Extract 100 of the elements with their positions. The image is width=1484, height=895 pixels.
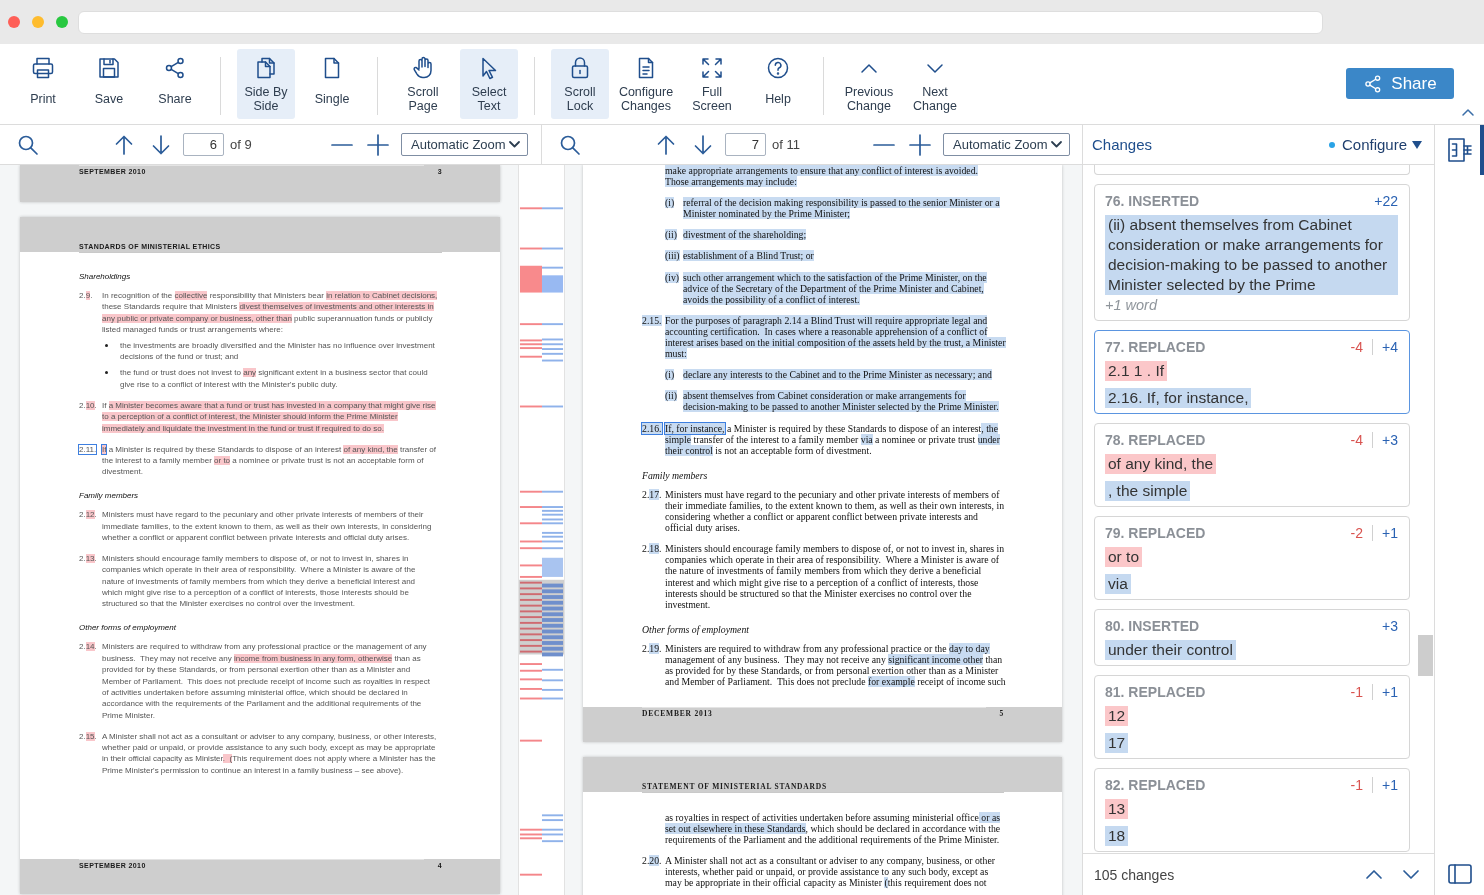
zoom-select[interactable]: Automatic Zoom — [401, 133, 528, 156]
plus-icon[interactable] — [368, 134, 388, 155]
toolbar-button[interactable]: Configure Changes — [617, 49, 675, 119]
zoom-select[interactable]: Automatic Zoom — [943, 133, 1070, 156]
added-count: +1 — [1382, 777, 1398, 793]
change-card[interactable]: 82. REPLACED -1 +1 13 18 — [1094, 768, 1410, 852]
inserted-text: 17 — [1105, 733, 1129, 753]
deleted-text: 2.1 1 . If — [1105, 361, 1167, 381]
toolbar-button[interactable]: Help — [749, 49, 807, 119]
hand-icon — [411, 56, 435, 80]
configure-button[interactable]: Configure — [1328, 136, 1422, 153]
change-count: 105 changes — [1094, 866, 1175, 883]
list-item-label: (i) — [665, 369, 675, 381]
toolbar-button[interactable]: Select Text — [460, 49, 518, 119]
page-count: of 11 — [772, 137, 800, 152]
toolbar-button[interactable]: Side By Side — [237, 49, 295, 119]
change-title: 77. REPLACED — [1105, 339, 1206, 355]
page-number-field[interactable]: 6 — [183, 133, 224, 156]
plus-icon[interactable] — [910, 134, 930, 155]
toolbar-button[interactable]: Next Change — [906, 49, 964, 119]
added-count: +1 — [1382, 684, 1398, 700]
status-dot-icon — [1328, 141, 1335, 148]
paragraph-number: 2.14. — [79, 642, 97, 652]
change-card[interactable]: 78. REPLACED -4 +3 of any kind, the , the simple — [1094, 423, 1410, 507]
removed-count: -4 — [1350, 432, 1364, 448]
toolbar-button[interactable]: Previous Change — [840, 49, 898, 119]
list-item-label: (iv) — [665, 271, 680, 283]
arrow-down-icon[interactable] — [152, 134, 170, 155]
list-item-text: establishment of a Blind Trust; or — [683, 250, 814, 262]
chevron-down-icon — [1051, 141, 1062, 148]
paragraph-number: 2.16. — [642, 422, 662, 434]
paragraph-text: A Minister shall not act as a consultant or adviser to any company, business, or other interests, whether paid or unpaid, or provide assistance to any such body, except as may be appropriate in their official capacity as Minister. (This requirement does not apply where a Minister has the Prime Minister's permission to continue an interest in a family business – see above). — [102, 730, 437, 776]
address-field[interactable] — [78, 10, 1323, 34]
list-item-label: (i) — [665, 197, 675, 209]
removed-count: -1 — [1350, 684, 1364, 700]
expand-arrows-icon — [700, 56, 724, 80]
chevron-up-icon — [861, 63, 877, 73]
two-pages-icon — [254, 56, 278, 80]
arrow-up-icon[interactable] — [657, 134, 675, 155]
chevron-down-icon[interactable] — [1403, 870, 1419, 879]
printer-icon — [31, 56, 55, 80]
toolbar-button[interactable]: Scroll Lock — [551, 49, 609, 119]
toolbar-button[interactable]: Print — [14, 49, 72, 119]
added-count: +3 — [1382, 432, 1398, 448]
list-item-text: absent themselves from Cabinet consideration or make arrangements for decision-making to be passed to another Minister selected by the Prime Minister. — [683, 390, 999, 413]
change-card[interactable]: 80. INSERTED +3 under their control — [1094, 609, 1410, 666]
paragraph-text: Ministers should encourage family members to dispose of, or not to invest in, shares in companies which operate in their area of responsibility. Where a Minister is aware of the nature of investments of family members from which they derive a beneficial interest and which might give rise to a perception of a conflict of interests, those interests should be structured so that the Minister exercises no control over the investment. — [665, 543, 1005, 610]
deleted-text: of any kind, the — [1105, 454, 1217, 474]
section-heading: Shareholdings — [79, 271, 132, 283]
toolbar-button[interactable]: Save — [80, 49, 138, 119]
scrollbar-thumb[interactable] — [1418, 635, 1433, 676]
change-card[interactable]: 79. REPLACED -2 +1 or to via — [1094, 516, 1410, 600]
toolbar-button[interactable]: Single — [303, 49, 361, 119]
deleted-text: 12 — [1105, 706, 1129, 726]
change-card[interactable]: 77. REPLACED -4 +4 2.1 1 . If 2.16. If, for instance, — [1094, 330, 1410, 414]
inserted-text: under their control — [1105, 640, 1236, 660]
list-item-text: referral of the decision making responsibility is passed to the senior Minister or a Minister nominated by the Prime Minister; — [683, 197, 1000, 220]
paragraph-text: For the purposes of paragraph 2.14 a Blind Trust will require appropriate legal and accounting certification. In cases where a reasonable apprehension of a conflict of interest arises based on the initial composition of the assets held by the trust, a Minister must: — [665, 314, 1006, 360]
chevron-up-icon[interactable] — [1366, 870, 1382, 879]
change-title: 79. REPLACED — [1105, 525, 1206, 541]
change-card[interactable]: 81. REPLACED -1 +1 12 17 — [1094, 675, 1410, 759]
toolbar-button[interactable]: Scroll Page — [394, 49, 452, 119]
share-button[interactable]: Share — [1346, 68, 1454, 99]
section-heading: Other forms of employment — [79, 622, 177, 634]
paragraph-number: 2.10. — [79, 400, 97, 410]
paragraph-number: 2.18. — [642, 543, 662, 555]
page-number-field[interactable]: 7 — [725, 133, 766, 156]
list-item-text: divestment of the shareholding; — [683, 229, 807, 241]
inserted-text: 2.16. If, for instance, — [1105, 388, 1252, 408]
arrow-up-icon[interactable] — [115, 134, 133, 155]
search-icon[interactable] — [18, 134, 38, 155]
change-title: 76. INSERTED — [1105, 193, 1200, 209]
paragraph-number: 2.20. — [642, 855, 662, 867]
chevron-down-icon — [509, 141, 520, 148]
inserted-text: (ii) absent themselves from Cabinet consideration or make arrangements for decision-making to be passed to another Minister selected by the Prime — [1105, 215, 1398, 295]
added-count: +1 — [1382, 525, 1398, 541]
minus-icon[interactable] — [332, 143, 352, 146]
change-title: 82. REPLACED — [1105, 777, 1206, 793]
paragraph-text: If a Minister is required by these Standards to dispose of an interest of any kind, the transfer of the interest to a family member or to a nominee or private trust is not an acceptable form of divestment. — [102, 443, 436, 478]
list-item-label: (iii) — [665, 250, 680, 262]
minus-icon[interactable] — [874, 143, 894, 146]
deleted-text: or to — [1105, 547, 1142, 567]
section-heading: Other forms of employment — [642, 623, 750, 635]
chevron-up-icon[interactable] — [1462, 109, 1474, 116]
arrow-down-icon[interactable] — [694, 134, 712, 155]
change-title: 80. INSERTED — [1105, 618, 1200, 634]
paragraph-text: If, for instance, a Minister is required by these Standards to dispose of an interest, the simple transfer of the interest to a family member via a nominee or private trust under their control is not an acceptable form of divestment. — [665, 422, 1000, 456]
change-card[interactable]: 76. INSERTED +22 (ii) absent themselves from Cabinet consideration or make arrangements for decision-making to be passed to another Minister selected by the Prime +1 word — [1094, 184, 1410, 321]
paragraph-text: If a Minister becomes aware that a fund or trust has invested in a company that might give rise to a perception of a conflict of interest, the Minister should inform the Prime Minister immediately and liquidate the investment in the fund or trust if required to do so. — [102, 399, 436, 434]
toolbar-button[interactable]: Share — [146, 49, 204, 119]
removed-count: -1 — [1350, 777, 1364, 793]
paragraph-text: Ministers are required to withdraw from any professional practice or the management of any business. They may not receive any income from business in any form, otherwise than as provided for by these Standards, or from personal exertion other than as a Minister and Member of Parliament. This does not preclude receipt of income such as royalties in respect of activities undertaken before assuming ministerial office, which should be declared in accordance with the requirements of the Parliament and the additional requirements of the Prime Minister. — [102, 641, 430, 721]
paragraph-text: Ministers should encourage family members to dispose of, or not to invest in, shares in companies which operate in their area of responsibility. Where a Minister is aware of the nature of investments of family members from which they derive a beneficial interest and which might give rise to a perception of a conflict of interests, those interests should be structured so that the Minister exercises no control over the investment. — [102, 553, 416, 610]
added-count: +22 — [1374, 193, 1398, 209]
section-heading: Family members — [642, 469, 709, 481]
removed-count: -2 — [1350, 525, 1364, 541]
search-icon[interactable] — [560, 134, 580, 155]
panel-layout-icon — [1447, 864, 1472, 884]
toolbar-button[interactable]: Full Screen — [683, 49, 741, 119]
chevron-down-icon — [927, 63, 943, 73]
